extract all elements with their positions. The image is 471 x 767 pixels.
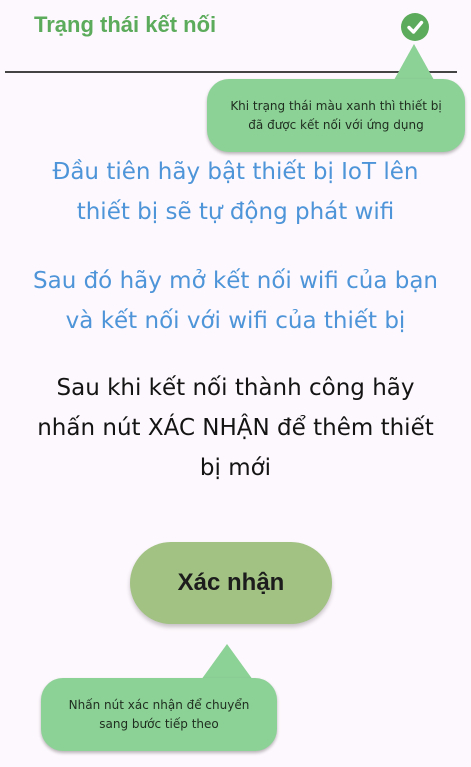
instruction-step-2-line: Sau đó hãy mở kết nối wifi của bạn: [33, 268, 438, 294]
instruction-step-3-line: bị mới: [199, 455, 272, 481]
header-divider: [5, 71, 457, 73]
button-hint-pointer: [201, 644, 253, 680]
instruction-step-3: Sau khi kết nối thành công hãy nhấn nút …: [0, 368, 471, 488]
confirm-button[interactable]: Xác nhận: [130, 542, 332, 624]
instruction-step-2-line: và kết nối với wifi của thiết bị: [65, 308, 406, 334]
confirm-button-tooltip: Nhấn nút xác nhận để chuyển sang bước ti…: [41, 678, 277, 751]
connection-status-tooltip: Khi trạng thái màu xanh thì thiết bị đã …: [207, 79, 465, 152]
connection-status-title: Trạng thái kết nối: [34, 12, 217, 37]
instruction-step-1: Đầu tiên hãy bật thiết bị IoT lên thiết …: [0, 152, 471, 232]
instruction-step-1-line: Đầu tiên hãy bật thiết bị IoT lên: [52, 159, 419, 185]
connection-hint-pointer: [394, 44, 434, 80]
connection-status-tooltip-text: Khi trạng thái màu xanh thì thiết bị đã …: [230, 98, 442, 132]
check-circle-icon: [401, 13, 429, 41]
instruction-step-2: Sau đó hãy mở kết nối wifi của bạn và kế…: [0, 261, 471, 341]
instruction-step-3-line: Sau khi kết nối thành công hãy: [56, 375, 415, 401]
instruction-step-3-line: nhấn nút XÁC NHẬN để thêm thiết: [37, 415, 434, 441]
confirm-button-tooltip-text: Nhấn nút xác nhận để chuyển sang bước ti…: [68, 697, 250, 731]
instruction-step-1-line: thiết bị sẽ tự động phát wifi: [76, 199, 395, 225]
